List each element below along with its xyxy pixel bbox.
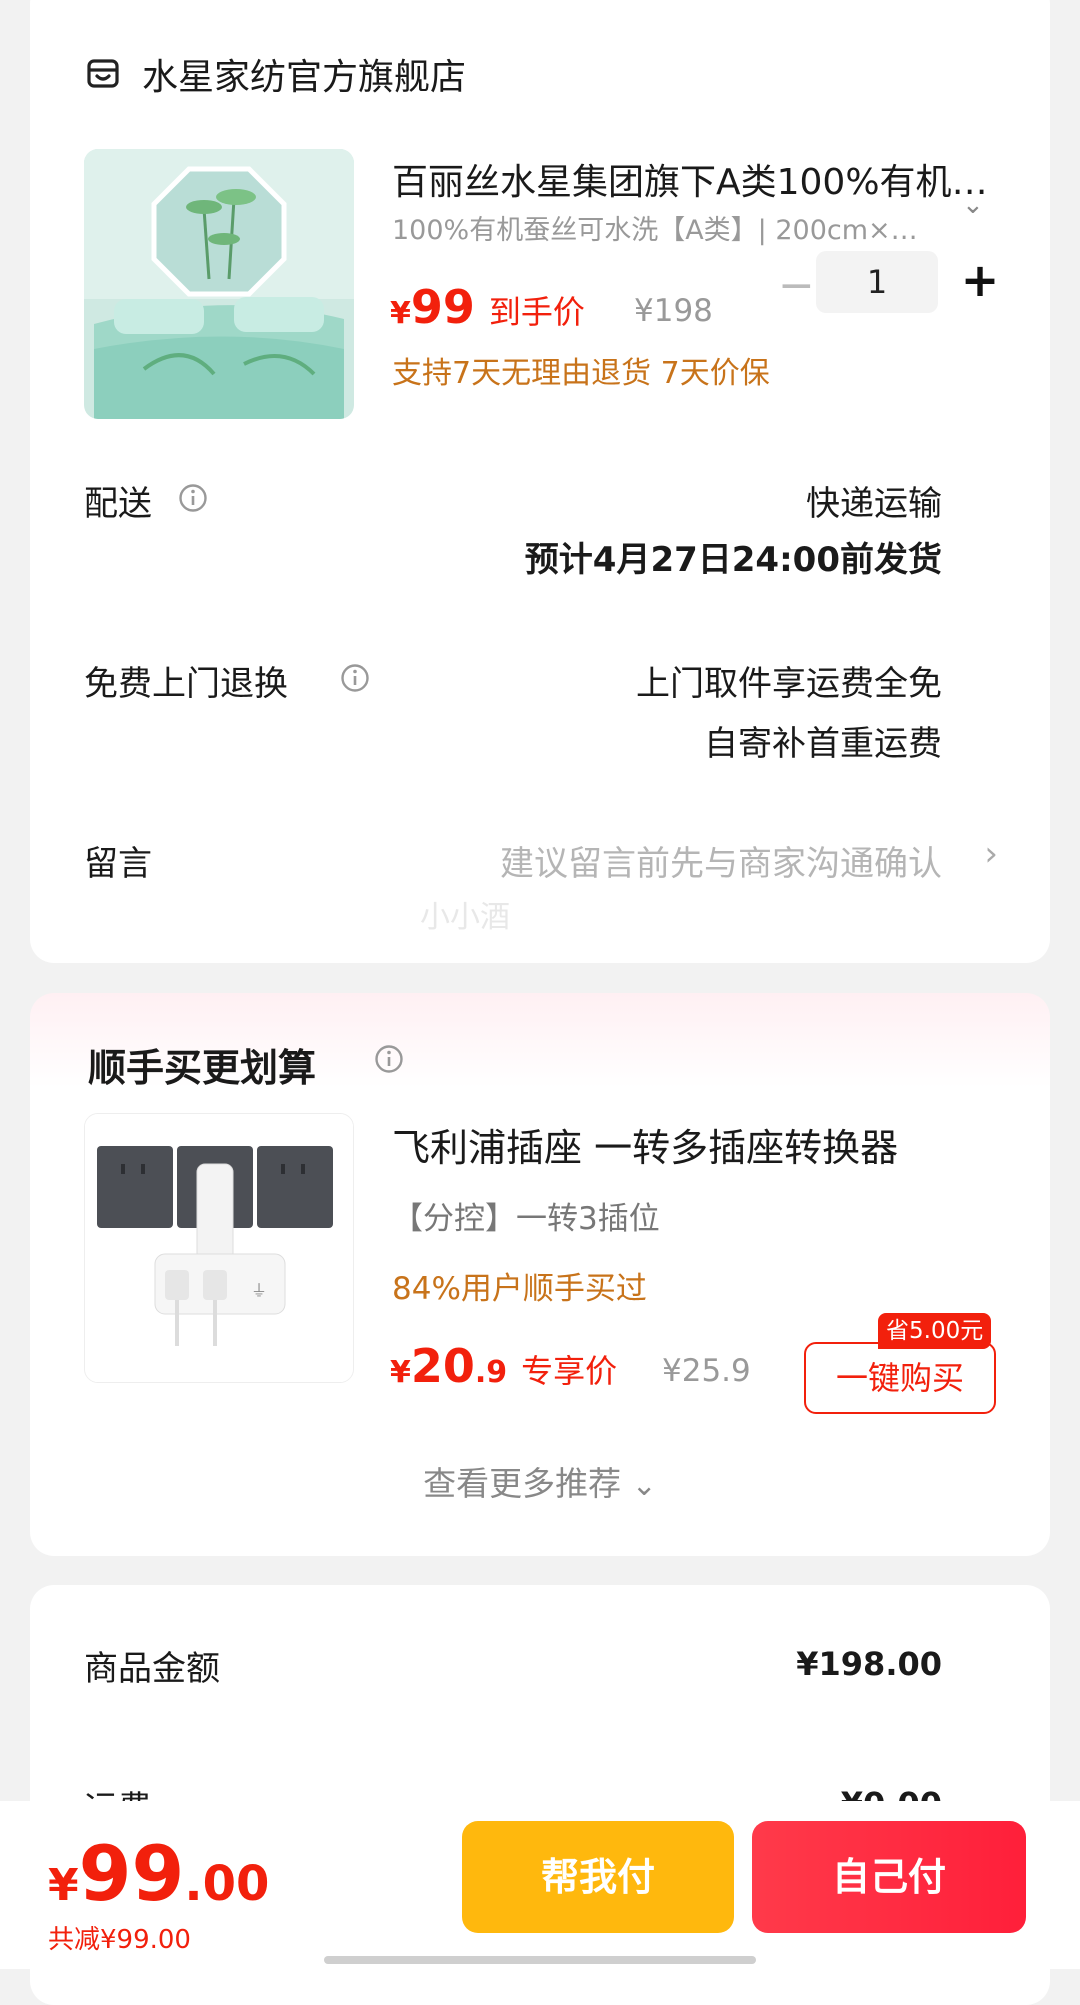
price-value: 99 (410, 280, 475, 334)
recommend-price: ¥20.9 专享价 (390, 1339, 617, 1393)
one-click-buy-button[interactable]: 一键购买 (804, 1342, 996, 1414)
recommend-product-spec: 【分控】一转3插位 (392, 1201, 660, 1237)
delivery-method[interactable]: 快递运输 (806, 476, 942, 525)
total-price: ¥99.00 (48, 1829, 269, 1918)
product-spec[interactable]: 100%有机蚕丝可水洗【A类】| 200cm×230cm (392, 208, 922, 247)
product-price: ¥99 到手价 (390, 280, 585, 334)
quantity-decrease-button[interactable]: − (778, 264, 815, 308)
self-pay-button[interactable]: 自己付 (752, 1821, 1026, 1933)
info-icon[interactable] (340, 663, 370, 693)
svg-text:⏚: ⏚ (251, 1281, 267, 1300)
free-return-line1: 上门取件享运费全免 (636, 664, 942, 704)
help-pay-button[interactable]: 帮我付 (462, 1821, 734, 1933)
store-name[interactable]: 水星家纺官方旗舰店 (142, 48, 466, 100)
service-promise: 支持7天无理由退货 7天价保 (392, 356, 770, 391)
product-image[interactable] (84, 149, 354, 419)
price-label: 专享价 (521, 1352, 618, 1390)
info-icon[interactable] (178, 483, 208, 513)
note-label: 留言 (84, 844, 152, 884)
product-title[interactable]: 百丽丝水星集团旗下A类100%有机蚕丝可水洗床品 (392, 153, 992, 205)
watermark: 小小酒 (420, 900, 510, 935)
info-icon[interactable] (374, 1044, 404, 1074)
recommend-product-title[interactable]: 飞利浦插座 一转多插座转换器 (392, 1117, 898, 1172)
total-currency: ¥ (48, 1860, 79, 1911)
home-indicator (324, 1956, 756, 1964)
free-return-line2: 自寄补首重运费 (704, 724, 942, 764)
more-recommendations-label: 查看更多推荐 (423, 1464, 622, 1503)
price-currency: ¥ (390, 1355, 411, 1390)
total-int: 99 (78, 1829, 185, 1918)
recommendation-card: 顺手买更划算 ⏚ 飞利浦插座 一转多插座转换器 【分控】一转3插位 84%用户顺… (30, 993, 1050, 1556)
quantity-input[interactable]: 1 (816, 251, 938, 313)
price-currency: ¥ (390, 296, 411, 331)
price-label: 到手价 (488, 293, 585, 331)
note-input[interactable]: 建议留言前先与商家沟通确认 (500, 836, 942, 885)
quantity-increase-button[interactable]: + (958, 257, 1002, 303)
checkout-bar: ¥99.00 共减¥99.00 帮我付 自己付 (0, 1801, 1080, 1969)
recommend-social-proof: 84%用户顺手买过 (392, 1271, 647, 1307)
chevron-right-icon[interactable]: › (984, 834, 998, 874)
recommend-original-price: ¥25.9 (662, 1353, 751, 1389)
save-badge: 省5.00元 (878, 1313, 992, 1349)
delivery-eta: 预计4月27日24:00前发货 (524, 540, 942, 580)
store-icon (87, 59, 119, 88)
total-dec: .00 (184, 1856, 270, 1912)
goods-amount-value: ¥198.00 (796, 1645, 942, 1683)
goods-amount-label: 商品金额 (84, 1649, 220, 1689)
price-dec: .9 (474, 1355, 508, 1390)
recommend-product-image[interactable]: ⏚ (84, 1113, 354, 1383)
recommend-title: 顺手买更划算 (88, 1046, 317, 1090)
original-price: ¥198 (634, 293, 713, 329)
free-return-label: 免费上门退换 (84, 664, 288, 704)
order-item-card: 水星家纺官方旗舰店 百丽丝水星集团旗下A类100%有机蚕丝可水洗床品 100%有… (30, 0, 1050, 963)
total-discount: 共减¥99.00 (48, 1925, 191, 1955)
delivery-label: 配送 (84, 484, 152, 524)
price-int: 20 (410, 1339, 475, 1393)
chevron-down-icon[interactable]: ⌄ (962, 190, 984, 220)
more-recommendations-button[interactable]: 查看更多推荐 ⌄ (30, 1457, 1050, 1505)
chevron-down-icon: ⌄ (631, 1468, 657, 1503)
